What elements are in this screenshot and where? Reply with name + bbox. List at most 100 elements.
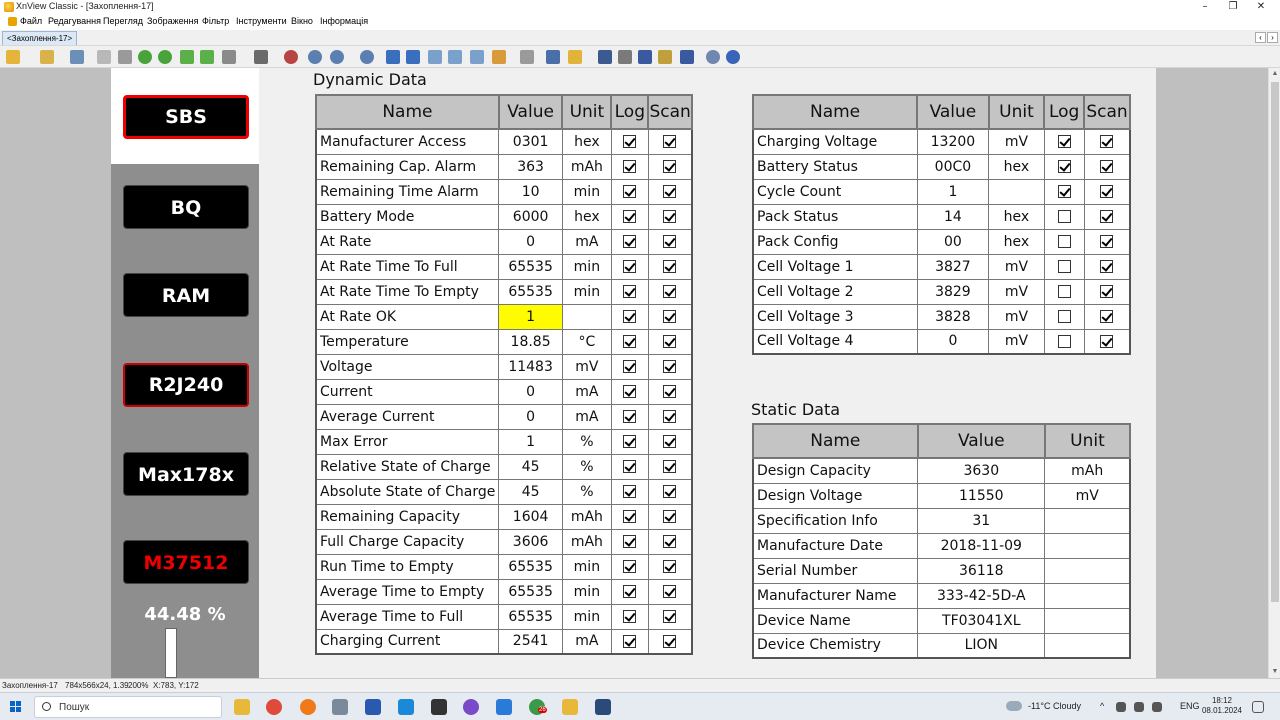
terminal-icon[interactable] <box>431 699 447 715</box>
menu-edit[interactable]: Редагування <box>48 16 101 26</box>
log-checkbox[interactable] <box>623 435 637 448</box>
menu-info[interactable]: Інформація <box>320 16 368 26</box>
scan-checkbox[interactable] <box>663 535 677 548</box>
slideshow-icon[interactable] <box>118 50 132 64</box>
scan-checkbox[interactable] <box>663 385 677 398</box>
scan-checkbox[interactable] <box>663 285 677 298</box>
menu-image[interactable]: Зображення <box>147 16 198 26</box>
zoom-in-icon[interactable] <box>308 50 322 64</box>
log-checkbox[interactable] <box>1057 235 1071 248</box>
scan-checkbox[interactable] <box>1100 334 1114 348</box>
log-checkbox[interactable] <box>623 510 637 523</box>
scan-checkbox[interactable] <box>663 510 677 523</box>
copy-icon[interactable] <box>520 50 534 64</box>
input-language[interactable]: ENG <box>1180 701 1200 711</box>
scan-checkbox[interactable] <box>1100 260 1114 273</box>
next-icon[interactable] <box>406 50 420 64</box>
chrome-icon[interactable] <box>266 699 282 715</box>
minimize-button[interactable]: – <box>1192 0 1218 14</box>
scan-checkbox[interactable] <box>663 560 677 573</box>
tab-prev-button[interactable]: ‹ <box>1255 32 1266 43</box>
scan-checkbox[interactable] <box>663 360 677 373</box>
log-checkbox[interactable] <box>623 485 637 498</box>
send-icon[interactable] <box>680 50 694 64</box>
capture-icon[interactable] <box>222 50 236 64</box>
sbs-button[interactable]: SBS <box>123 95 249 139</box>
scan-checkbox[interactable] <box>663 610 677 623</box>
scan-checkbox[interactable] <box>1100 235 1114 248</box>
scan-checkbox[interactable] <box>1100 185 1114 198</box>
calculator-icon[interactable] <box>332 699 348 715</box>
taskbar-search[interactable]: Пошук <box>34 696 222 718</box>
scan-checkbox[interactable] <box>663 585 677 598</box>
volume-icon[interactable] <box>1134 702 1144 712</box>
r2j240-button[interactable]: R2J240 <box>123 363 249 407</box>
save-icon[interactable] <box>70 50 84 64</box>
menu-file[interactable]: Файл <box>20 16 42 26</box>
xnview-task-icon[interactable] <box>562 699 578 715</box>
m37512-button[interactable]: M37512 <box>123 540 249 584</box>
restore-button[interactable]: ❐ <box>1220 0 1246 14</box>
tab-next-button[interactable]: › <box>1267 32 1278 43</box>
max178x-button[interactable]: Max178x <box>123 452 249 496</box>
scan-checkbox[interactable] <box>663 485 677 498</box>
log-checkbox[interactable] <box>623 135 637 149</box>
bq-button[interactable]: BQ <box>123 185 249 229</box>
open-folder-icon[interactable] <box>40 50 54 64</box>
viber-icon[interactable] <box>463 699 479 715</box>
log-checkbox[interactable] <box>1057 160 1071 173</box>
log-checkbox[interactable] <box>623 210 637 223</box>
previous-icon[interactable] <box>386 50 400 64</box>
scan-checkbox[interactable] <box>663 335 677 348</box>
log-checkbox[interactable] <box>1057 210 1071 223</box>
log-checkbox[interactable] <box>623 160 637 173</box>
export-icon[interactable] <box>200 50 214 64</box>
remote-icon[interactable] <box>496 699 512 715</box>
fullscreen-icon[interactable] <box>470 50 484 64</box>
gallery-icon[interactable] <box>658 50 672 64</box>
scan-checkbox[interactable] <box>663 634 677 648</box>
scan-checkbox[interactable] <box>663 235 677 248</box>
scan-checkbox[interactable] <box>1100 285 1114 298</box>
vertical-scrollbar[interactable]: ▲ ▼ <box>1268 68 1280 678</box>
scan-checkbox[interactable] <box>663 310 677 323</box>
log-checkbox[interactable] <box>1057 135 1071 149</box>
resize-icon[interactable] <box>546 50 560 64</box>
log-checkbox[interactable] <box>623 634 637 648</box>
scan-checkbox[interactable] <box>663 135 677 149</box>
menu-filter[interactable]: Фільтр <box>202 16 229 26</box>
scan-checkbox[interactable] <box>663 160 677 173</box>
scan-checkbox[interactable] <box>663 435 677 448</box>
log-checkbox[interactable] <box>623 385 637 398</box>
scanner-icon[interactable] <box>638 50 652 64</box>
scan-checkbox[interactable] <box>1100 135 1114 149</box>
scan-checkbox[interactable] <box>663 410 677 423</box>
wallpaper-icon[interactable] <box>492 50 506 64</box>
log-checkbox[interactable] <box>1057 185 1071 198</box>
tab-capture-17[interactable]: <Захоплення-17> <box>2 31 78 45</box>
clock[interactable]: 18:12 08.01.2024 <box>1200 696 1244 716</box>
log-checkbox[interactable] <box>623 185 637 198</box>
last-icon[interactable] <box>448 50 462 64</box>
tray-chevron-icon[interactable]: ^ <box>1100 701 1104 711</box>
close-button[interactable]: ✕ <box>1248 0 1274 14</box>
log-checkbox[interactable] <box>1057 310 1071 323</box>
log-checkbox[interactable] <box>1057 285 1071 298</box>
log-checkbox[interactable] <box>623 535 637 548</box>
scan-checkbox[interactable] <box>1100 160 1114 173</box>
log-checkbox[interactable] <box>623 610 637 623</box>
rotate-icon[interactable] <box>158 50 172 64</box>
effects-icon[interactable] <box>284 50 298 64</box>
settings-icon[interactable] <box>706 50 720 64</box>
log-checkbox[interactable] <box>623 260 637 273</box>
scan-checkbox[interactable] <box>1100 210 1114 223</box>
log-checkbox[interactable] <box>623 560 637 573</box>
wifi-icon[interactable] <box>1116 702 1126 712</box>
ram-button[interactable]: RAM <box>123 273 249 317</box>
search-binoculars-icon[interactable] <box>598 50 612 64</box>
zoom-out-icon[interactable] <box>360 50 374 64</box>
display-mode-icon[interactable] <box>254 50 268 64</box>
menu-view[interactable]: Перегляд <box>103 16 143 26</box>
first-icon[interactable] <box>428 50 442 64</box>
log-checkbox[interactable] <box>623 285 637 298</box>
